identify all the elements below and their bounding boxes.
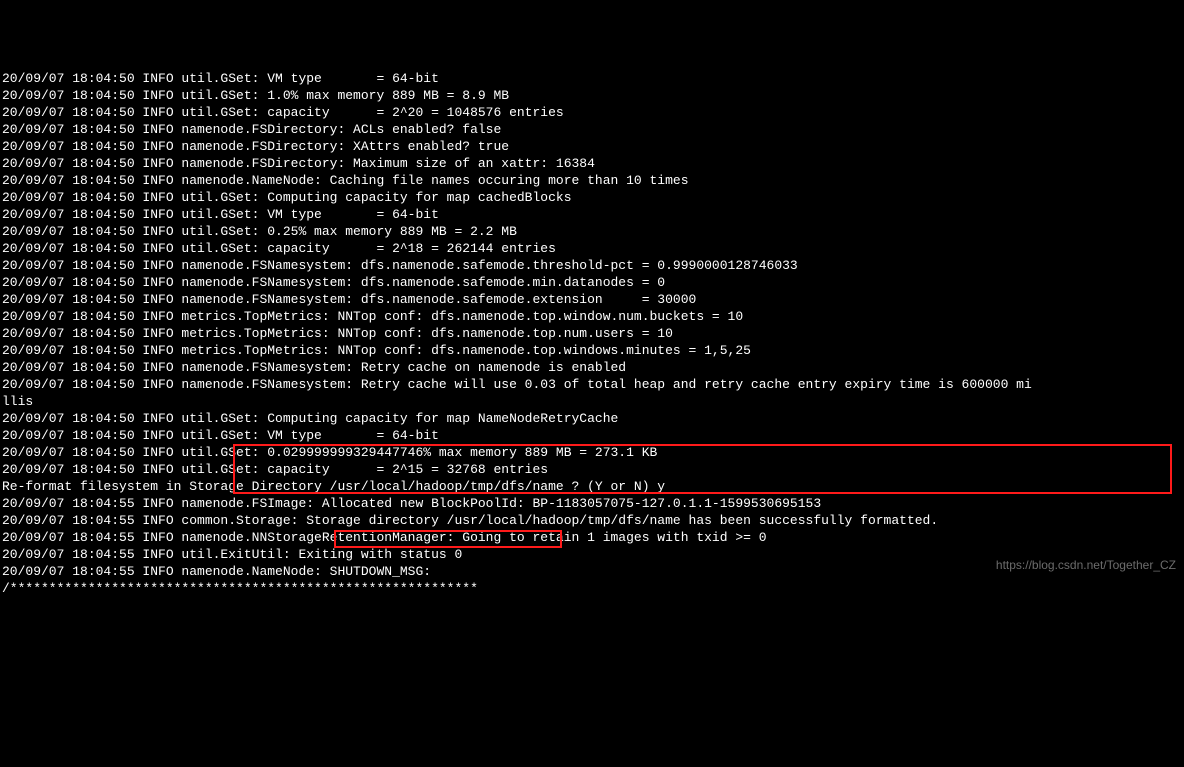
log-line: 20/09/07 18:04:50 INFO metrics.TopMetric… [2,308,1182,325]
log-line: /***************************************… [2,580,1182,597]
log-line: 20/09/07 18:04:50 INFO util.GSet: VM typ… [2,70,1182,87]
log-line: 20/09/07 18:04:50 INFO namenode.FSNamesy… [2,274,1182,291]
log-line: 20/09/07 18:04:50 INFO namenode.NameNode… [2,172,1182,189]
log-line: 20/09/07 18:04:55 INFO namenode.FSImage:… [2,495,1182,512]
terminal-output: 20/09/07 18:04:50 INFO util.GSet: VM typ… [2,70,1182,597]
watermark-text: https://blog.csdn.net/Together_CZ [996,557,1176,574]
log-line: 20/09/07 18:04:50 INFO namenode.FSDirect… [2,138,1182,155]
log-line: 20/09/07 18:04:50 INFO namenode.FSNamesy… [2,257,1182,274]
log-line: 20/09/07 18:04:50 INFO util.GSet: capaci… [2,104,1182,121]
log-line: 20/09/07 18:04:50 INFO util.GSet: Comput… [2,410,1182,427]
log-line: 20/09/07 18:04:55 INFO namenode.NNStorag… [2,529,1182,546]
log-line: 20/09/07 18:04:50 INFO metrics.TopMetric… [2,342,1182,359]
log-line: 20/09/07 18:04:50 INFO util.GSet: 0.0299… [2,444,1182,461]
log-line: 20/09/07 18:04:50 INFO util.GSet: 1.0% m… [2,87,1182,104]
log-line: 20/09/07 18:04:55 INFO common.Storage: S… [2,512,1182,529]
log-line: 20/09/07 18:04:50 INFO namenode.FSNamesy… [2,291,1182,308]
log-line: 20/09/07 18:04:50 INFO metrics.TopMetric… [2,325,1182,342]
log-line: llis [2,393,1182,410]
log-line: 20/09/07 18:04:50 INFO namenode.FSNamesy… [2,376,1182,393]
log-line: 20/09/07 18:04:50 INFO namenode.FSNamesy… [2,359,1182,376]
log-line: 20/09/07 18:04:50 INFO util.GSet: VM typ… [2,206,1182,223]
log-line: 20/09/07 18:04:50 INFO util.GSet: capaci… [2,461,1182,478]
log-line: 20/09/07 18:04:50 INFO util.GSet: Comput… [2,189,1182,206]
log-line: Re-format filesystem in Storage Director… [2,478,1182,495]
log-line: 20/09/07 18:04:50 INFO namenode.FSDirect… [2,155,1182,172]
log-line: 20/09/07 18:04:50 INFO util.GSet: capaci… [2,240,1182,257]
log-line: 20/09/07 18:04:50 INFO namenode.FSDirect… [2,121,1182,138]
log-line: 20/09/07 18:04:50 INFO util.GSet: 0.25% … [2,223,1182,240]
log-line: 20/09/07 18:04:50 INFO util.GSet: VM typ… [2,427,1182,444]
